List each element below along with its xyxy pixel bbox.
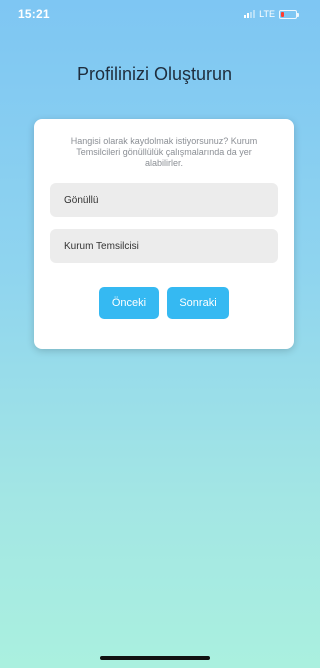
network-type: LTE	[259, 9, 275, 19]
home-indicator[interactable]	[99, 656, 210, 660]
previous-button[interactable]: Önceki	[99, 287, 159, 319]
option-volunteer[interactable]: Gönüllü	[50, 183, 278, 217]
signal-icon	[244, 10, 256, 18]
battery-level	[281, 11, 284, 17]
navigation-buttons: Önceki Sonraki	[50, 287, 278, 319]
status-indicators: LTE	[244, 9, 299, 19]
option-institution-representative-label: Kurum Temsilcisi	[64, 240, 139, 252]
option-institution-representative[interactable]: Kurum Temsilcisi	[50, 229, 278, 263]
page-title: Profilinizi Oluşturun	[76, 64, 233, 84]
status-bar: 15:21 LTE	[0, 0, 309, 28]
option-volunteer-label: Gönüllü	[64, 194, 99, 206]
status-time: 15:21	[18, 7, 50, 21]
battery-icon	[279, 9, 299, 19]
registration-type-card: Hangisi olarak kaydolmak istiyorsunuz? K…	[34, 119, 294, 349]
next-button[interactable]: Sonraki	[167, 287, 229, 319]
registration-question: Hangisi olarak kaydolmak istiyorsunuz? K…	[70, 136, 258, 168]
